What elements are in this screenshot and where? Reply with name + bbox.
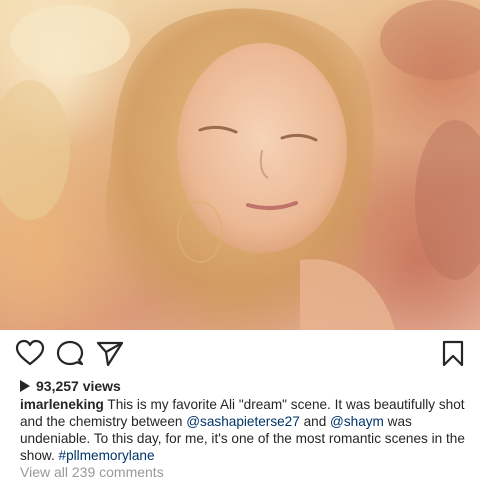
like-button[interactable] [15, 338, 45, 368]
views-label: 93,257 views [36, 378, 121, 394]
save-button[interactable] [438, 338, 468, 368]
view-all-comments-link[interactable]: View all 239 comments [20, 464, 164, 480]
mention-link[interactable]: @shaym [330, 414, 384, 429]
caption-username[interactable]: imarleneking [20, 397, 104, 412]
hashtag-link[interactable]: #pllmemorylane [59, 448, 155, 463]
mention-link[interactable]: @sashapieterse27 [186, 414, 300, 429]
post-video[interactable] [0, 0, 480, 330]
caption-text: and [299, 414, 331, 429]
post-image [0, 0, 480, 330]
heart-icon [15, 339, 45, 366]
post-caption: imarleneking This is my favorite Ali "dr… [20, 396, 470, 464]
post-actions [0, 338, 480, 368]
share-button[interactable] [95, 338, 125, 368]
play-icon [20, 380, 30, 392]
comment-bubble-icon [56, 340, 84, 366]
paper-plane-icon [96, 341, 124, 367]
views-count[interactable]: 93,257 views [20, 378, 121, 394]
comment-button[interactable] [55, 338, 85, 368]
bookmark-icon [442, 340, 464, 367]
